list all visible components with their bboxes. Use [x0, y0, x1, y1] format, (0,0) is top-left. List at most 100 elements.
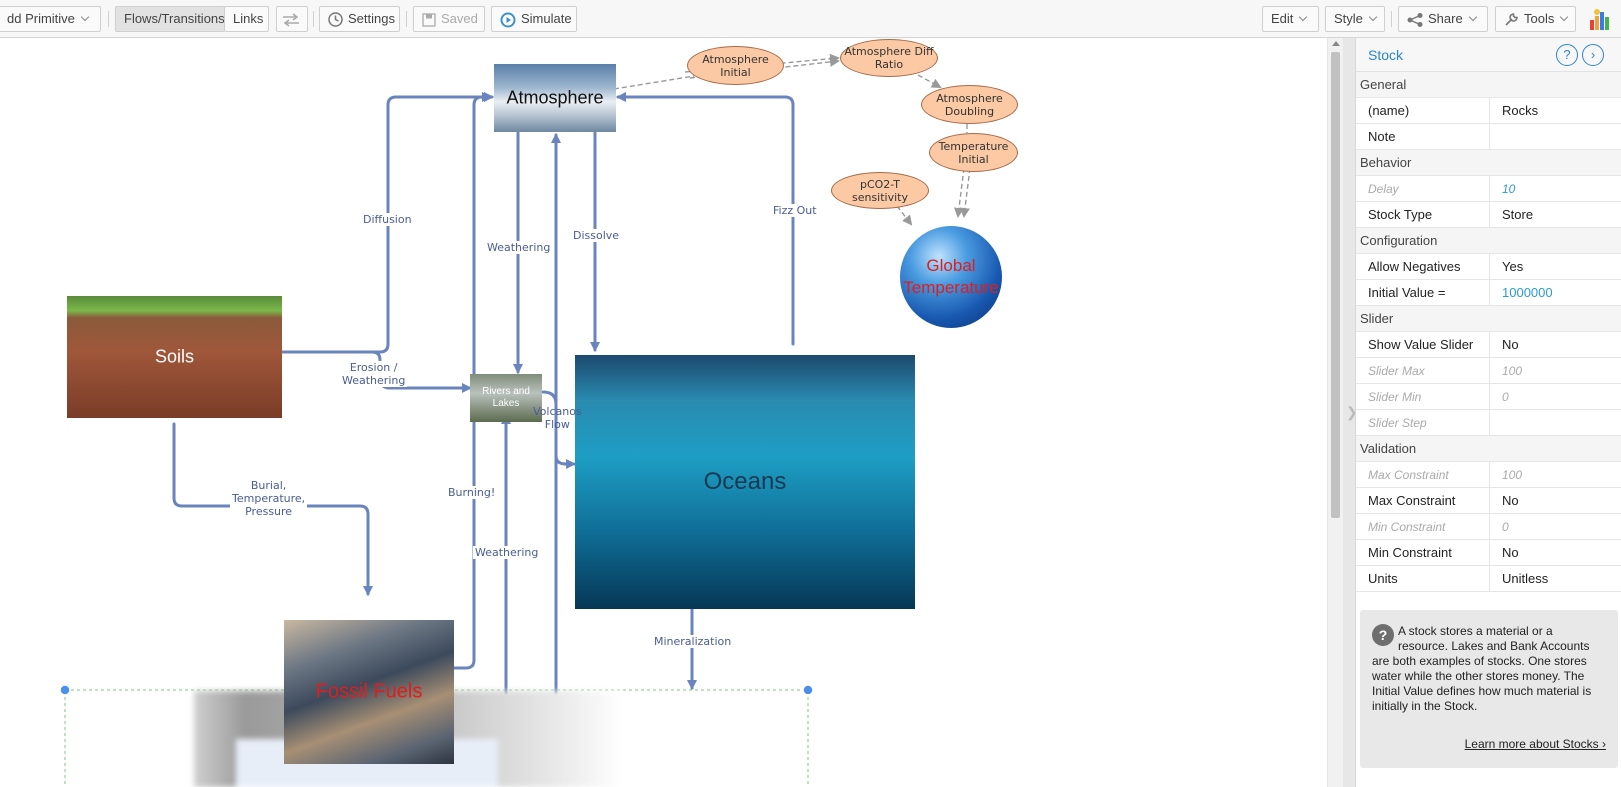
help-button[interactable]: ? — [1556, 44, 1578, 66]
chevron-down-icon — [80, 12, 90, 22]
section-header: Slider — [1356, 306, 1621, 332]
chevron-down-icon — [1299, 12, 1308, 22]
fossil-fuels-stock[interactable]: Fossil Fuels — [284, 620, 454, 764]
property-row[interactable]: Stock Type Store — [1356, 202, 1621, 228]
chevron-down-icon — [1468, 12, 1477, 22]
link-pco2-to-global[interactable] — [896, 205, 913, 226]
question-circle-icon: ? — [1372, 624, 1394, 646]
oceans-stock[interactable]: Oceans — [575, 355, 915, 609]
panel-title: Stock — [1368, 47, 1404, 63]
property-value[interactable]: No — [1490, 488, 1621, 513]
property-value[interactable]: No — [1490, 540, 1621, 565]
edit-label: Edit — [1271, 11, 1294, 26]
swap-arrows-button[interactable] — [276, 6, 308, 32]
property-value[interactable]: 1000000 — [1490, 280, 1621, 305]
model-canvas[interactable]: Atmosphere Soils Rivers and Lakes Oceans… — [0, 38, 1327, 787]
variable-atmosphere-diff-ratio[interactable]: Atmosphere Diff Ratio — [840, 39, 938, 77]
panel-header: Stock ? › — [1356, 38, 1621, 72]
property-value[interactable]: Store — [1490, 202, 1621, 227]
property-value[interactable]: Unitless — [1490, 566, 1621, 591]
flows-transitions-toggle[interactable]: Flows/Transitions — [115, 6, 225, 32]
selection-handle[interactable] — [59, 684, 71, 696]
style-menu-button[interactable]: Style — [1325, 6, 1385, 32]
properties-panel: Stock ? › General (name) Rocks Note Behavior… — [1355, 38, 1621, 787]
variable-temperature-initial[interactable]: Temperature Initial — [929, 133, 1018, 172]
property-row[interactable]: Show Value Slider No — [1356, 332, 1621, 358]
add-primitive-button[interactable]: dd Primitive — [0, 6, 101, 32]
toolbar-divider — [1391, 11, 1392, 27]
property-row[interactable]: Units Unitless — [1356, 566, 1621, 592]
property-name: Delay — [1356, 176, 1490, 201]
property-name: Stock Type — [1356, 202, 1490, 227]
property-name: Show Value Slider — [1356, 332, 1490, 357]
simulate-label: Simulate — [521, 11, 572, 26]
variable-pco2-sensitivity[interactable]: pCO2-T sensitivity — [831, 172, 929, 209]
property-row[interactable]: Note — [1356, 124, 1621, 150]
property-name: (name) — [1356, 98, 1490, 123]
variable-atmosphere-doubling[interactable]: Atmosphere Doubling — [921, 85, 1018, 124]
atmosphere-stock[interactable]: Atmosphere — [494, 64, 616, 132]
property-row: Min Constraint 0 — [1356, 514, 1621, 540]
property-row[interactable]: Allow Negatives Yes — [1356, 254, 1621, 280]
property-name: Initial Value = — [1356, 280, 1490, 305]
property-row[interactable]: Initial Value = 1000000 — [1356, 280, 1621, 306]
link-atm-initial-to-atmosphere[interactable] — [613, 75, 695, 90]
flow-label-dissolve: Dissolve — [571, 229, 622, 242]
property-value[interactable]: Yes — [1490, 254, 1621, 279]
property-row[interactable]: Max Constraint No — [1356, 488, 1621, 514]
property-value: 10 — [1502, 182, 1516, 196]
share-label: Share — [1428, 11, 1463, 26]
settings-button[interactable]: Settings — [319, 6, 400, 32]
property-row: Slider Step — [1356, 410, 1621, 436]
property-name: Max Constraint — [1356, 488, 1490, 513]
property-value: 100 — [1502, 364, 1523, 378]
selection-handle[interactable] — [802, 684, 814, 696]
property-row: Slider Min 0 — [1356, 384, 1621, 410]
property-row: Delay 10 — [1356, 176, 1621, 202]
section-header: Behavior — [1356, 150, 1621, 176]
property-row: Max Constraint 100 — [1356, 462, 1621, 488]
links-toggle[interactable]: Links — [224, 6, 269, 32]
flow-label-volcanos: Volcanos Flow — [533, 405, 582, 431]
global-temperature-globe[interactable]: Global Temperature — [900, 226, 1002, 328]
flow-label-weathering-top: Weathering — [485, 241, 553, 254]
atmosphere-label: Atmosphere — [506, 87, 604, 108]
property-name: Min Constraint — [1356, 540, 1490, 565]
property-value[interactable]: No — [1490, 332, 1621, 357]
canvas-scrollbar[interactable] — [1327, 38, 1343, 787]
property-row[interactable]: (name) Rocks — [1356, 98, 1621, 124]
edit-menu-button[interactable]: Edit — [1262, 6, 1319, 32]
link-temp-initial-to-global[interactable] — [954, 167, 965, 218]
share-icon — [1407, 12, 1423, 27]
chevron-down-icon — [1368, 12, 1378, 22]
next-button[interactable]: › — [1582, 44, 1604, 66]
saved-label: Saved — [441, 11, 478, 26]
section-header: Configuration — [1356, 228, 1621, 254]
variable-atmosphere-initial[interactable]: Atmosphere Initial — [687, 46, 784, 85]
chevron-right-icon: › — [1590, 47, 1596, 62]
saved-button[interactable]: Saved — [413, 6, 485, 32]
learn-more-link[interactable]: Learn more about Stocks › — [1465, 737, 1606, 752]
links-label: Links — [233, 11, 264, 26]
soils-stock[interactable]: Soils — [67, 296, 282, 418]
link-diff-ratio-to-doubling[interactable] — [917, 74, 942, 88]
swap-arrows-icon — [283, 12, 299, 27]
link-temp-initial-to-global-2[interactable] — [960, 167, 971, 218]
property-table: General (name) Rocks Note Behavior Delay 10 Sto… — [1356, 72, 1621, 592]
property-value[interactable]: Rocks — [1490, 98, 1621, 123]
scroll-up-arrow-icon[interactable] — [1332, 41, 1340, 46]
play-icon — [500, 12, 516, 28]
property-value[interactable] — [1490, 124, 1621, 149]
scroll-thumb[interactable] — [1331, 52, 1340, 518]
property-value: 0 — [1502, 520, 1509, 534]
panel-divider[interactable]: ❯ — [1343, 38, 1358, 787]
fizz-out-flow[interactable] — [616, 92, 795, 346]
property-row[interactable]: Min Constraint No — [1356, 540, 1621, 566]
property-name: Max Constraint — [1356, 462, 1490, 487]
main-toolbar: dd Primitive Flows/Transitions Links Set… — [0, 0, 1621, 38]
share-menu-button[interactable]: Share — [1398, 6, 1488, 32]
property-value — [1490, 410, 1621, 435]
app-logo-icon[interactable] — [1588, 7, 1612, 31]
simulate-button[interactable]: Simulate — [491, 6, 577, 32]
tools-menu-button[interactable]: Tools — [1495, 6, 1576, 32]
